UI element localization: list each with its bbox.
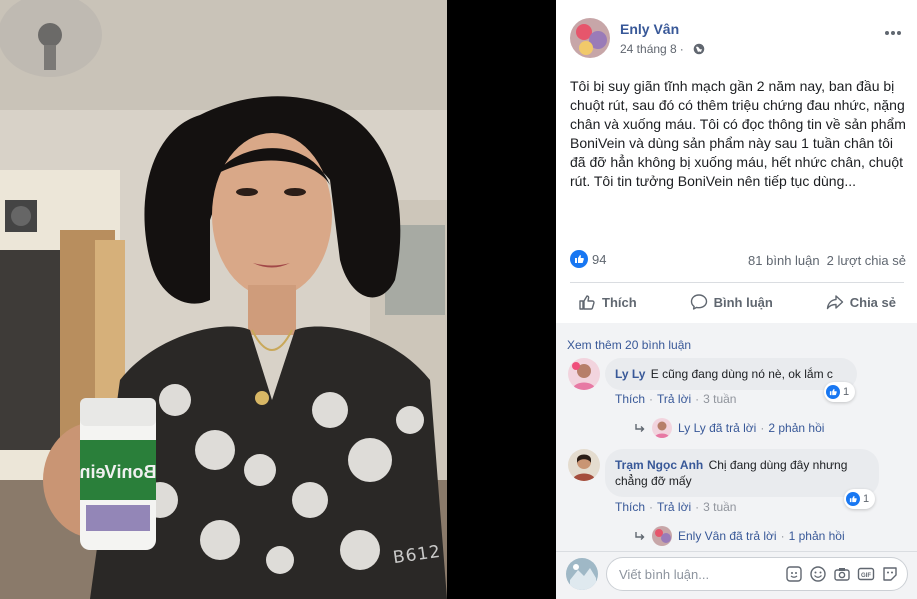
photo-viewer: BoniVein B612	[0, 0, 556, 599]
comment-button[interactable]: Bình luận	[682, 286, 781, 318]
comment-like-link[interactable]: Thích	[615, 392, 645, 406]
share-button-label: Chia sẻ	[849, 294, 896, 310]
like-button[interactable]: Thích	[570, 286, 645, 318]
comment-bubble: Trạm Ngọc Anh Chị đang dùng đây nhưng ch…	[605, 449, 879, 497]
separator-dot: ·	[695, 392, 700, 406]
gif-icon[interactable]: GIF	[857, 565, 875, 583]
divider	[570, 282, 904, 283]
comment-reaction-badge[interactable]: 1	[824, 382, 856, 402]
post-meta: 24 tháng 8 ·	[620, 42, 705, 56]
comment-input-placeholder: Viết bình luận...	[619, 566, 710, 582]
comment-text-line-1: Chị đang dùng đây nhưng	[708, 458, 848, 472]
like-button-label: Thích	[602, 294, 637, 310]
comments-section: Xem thêm 20 bình luận Ly Ly E cũng đang …	[556, 323, 917, 551]
like-reaction-icon	[846, 492, 860, 506]
reply-count: 1 phản hồi	[788, 529, 845, 543]
comment-reaction-badge[interactable]: 1	[844, 489, 876, 509]
composer-tools: GIF	[785, 558, 899, 590]
meta-separator: ·	[679, 42, 684, 56]
post-stats: 94 81 bình luận 2 lượt chia sẻ	[570, 250, 906, 272]
svg-text:GIF: GIF	[861, 573, 871, 579]
post-action-bar: Thích Bình luận Chia sẻ	[570, 286, 904, 318]
separator-dot: ·	[649, 500, 654, 514]
post-photo: BoniVein	[0, 0, 447, 599]
share-button[interactable]: Chia sẻ	[818, 286, 904, 318]
comment-composer: Viết bình luận... GIF	[556, 551, 917, 599]
author-name[interactable]: Enly Vân	[620, 21, 679, 37]
share-arrow-icon	[826, 295, 843, 310]
bonivein-bottle: BoniVein	[79, 398, 157, 550]
replier-avatar	[652, 526, 672, 546]
separator-dot: ·	[695, 500, 700, 514]
comment-text-line-2: chẳng đỡ mấy	[615, 474, 692, 488]
post-counts: 81 bình luận 2 lượt chia sẻ	[748, 253, 906, 268]
comment-item: Ly Ly E cũng đang dùng nó nè, ok lắm c 1…	[568, 358, 908, 463]
comment-time[interactable]: 3 tuần	[703, 500, 736, 514]
sticker-icon[interactable]	[785, 565, 803, 583]
more-options-icon[interactable]	[882, 26, 904, 40]
post-text: Tôi bị suy giãn tĩnh mạch gần 2 năm nay,…	[570, 78, 906, 189]
comment-like-count: 1	[863, 493, 870, 505]
emoji-icon[interactable]	[809, 565, 827, 583]
view-replies-link[interactable]: Enly Vân đã trả lời · 1 phản hồi	[634, 526, 845, 546]
reply-count: 2 phản hồi	[768, 421, 825, 435]
comment-reply-link[interactable]: Trả lời	[657, 392, 691, 406]
sticker-face-icon[interactable]	[881, 565, 899, 583]
like-reaction-icon	[826, 385, 840, 399]
reaction-count[interactable]: 94	[570, 250, 606, 268]
separator-dot: ·	[760, 421, 765, 435]
globe-icon	[693, 43, 705, 55]
comment-actions: Thích · Trả lời · 3 tuần	[615, 392, 736, 406]
like-reaction-icon	[570, 250, 588, 268]
comment-reply-link[interactable]: Trả lời	[657, 500, 691, 514]
comment-time[interactable]: 3 tuần	[703, 392, 736, 406]
see-more-comments-link[interactable]: Xem thêm 20 bình luận	[567, 338, 691, 352]
reply-arrow-icon	[635, 424, 645, 432]
reply-arrow-icon	[635, 532, 645, 540]
post-panel: Enly Vân 24 tháng 8 · Tôi bị suy giãn tĩ…	[556, 0, 917, 599]
separator-dot: ·	[780, 529, 785, 543]
thumbs-up-icon	[579, 295, 595, 310]
commenter-avatar[interactable]	[568, 358, 600, 390]
comment-like-link[interactable]: Thích	[615, 500, 645, 514]
commenter-name[interactable]: Trạm Ngọc Anh	[615, 458, 703, 472]
share-count[interactable]: 2 lượt chia sẻ	[827, 253, 906, 268]
commenter-avatar[interactable]	[568, 449, 600, 481]
camera-icon[interactable]	[833, 565, 851, 583]
comment-bubble-icon	[690, 294, 707, 310]
comment-button-label: Bình luận	[713, 294, 773, 310]
comment-item: Trạm Ngọc Anh Chị đang dùng đây nhưng ch…	[568, 449, 908, 554]
svg-text:BoniVein: BoniVein	[79, 462, 156, 482]
current-user-avatar	[566, 558, 598, 590]
reaction-count-value: 94	[592, 251, 607, 267]
author-avatar[interactable]	[570, 18, 610, 58]
comment-count[interactable]: 81 bình luận	[748, 253, 820, 268]
comment-bubble: Ly Ly E cũng đang dùng nó nè, ok lắm c	[605, 358, 857, 390]
replied-by-text: Ly Ly đã trả lời	[678, 421, 757, 435]
view-replies-link[interactable]: Ly Ly đã trả lời · 2 phản hồi	[634, 418, 824, 438]
photo-illustration: BoniVein	[0, 0, 447, 599]
commenter-name[interactable]: Ly Ly	[615, 367, 645, 381]
comment-like-count: 1	[843, 386, 850, 398]
comment-input[interactable]: Viết bình luận... GIF	[606, 557, 908, 591]
separator-dot: ·	[649, 392, 654, 406]
post-date[interactable]: 24 tháng 8	[620, 42, 677, 56]
comment-actions: Thích · Trả lời · 3 tuần	[615, 500, 736, 514]
replier-avatar	[652, 418, 672, 438]
comment-text: E cũng đang dùng nó nè, ok lắm c	[650, 367, 833, 381]
replied-by-text: Enly Vân đã trả lời	[678, 529, 777, 543]
post-header: Enly Vân 24 tháng 8 ·	[570, 18, 910, 62]
